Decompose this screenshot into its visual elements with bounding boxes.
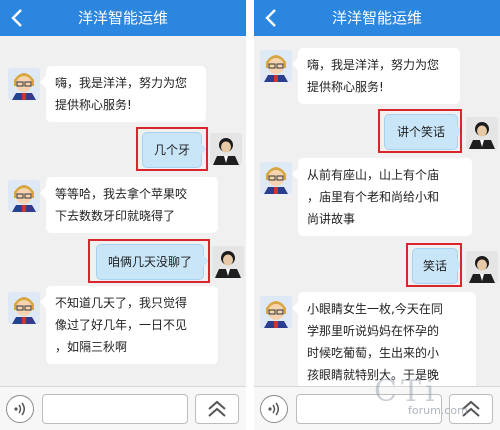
bot-message: 嗨，我是洋洋，努力为您 提供称心服务! [40, 66, 206, 122]
double-chevron-up-icon [208, 400, 226, 417]
user-avatar [210, 133, 242, 165]
bot-avatar [260, 296, 292, 328]
bot-avatar [260, 162, 292, 194]
voice-button[interactable] [6, 395, 34, 423]
right-phone-screen: 洋洋智能运维 嗨，我是洋洋，努力为您 提供称心服务! 讲个笑话 从前有座山，山上… [254, 0, 500, 430]
bot-message: 等等哈，我去拿个苹果咬 下去数数牙印就晓得了 [40, 177, 218, 233]
message-line: 小眼睛女生一枚,今天在同 [307, 302, 443, 316]
message-line: 不知道几天了，我只觉得 [55, 296, 188, 310]
message-line: ，如隔三秋啊 [55, 340, 128, 354]
highlight-box [88, 239, 210, 283]
user-avatar [466, 251, 498, 283]
highlight-box [406, 243, 462, 287]
watermark-domain: forum.com [408, 404, 468, 417]
user-avatar [466, 117, 498, 149]
message-line: ，庙里有个老和尚给小和 [307, 190, 440, 204]
message-input[interactable] [42, 394, 188, 424]
bot-avatar [8, 292, 40, 324]
chat-area: 嗨，我是洋洋，努力为您 提供称心服务! 讲个笑话 从前有座山，山上有个庙 ，庙里… [254, 36, 500, 386]
highlight-box [378, 109, 462, 153]
bot-avatar [8, 180, 40, 212]
bot-message: 不知道几天了，我只觉得 像过了好几年，一日不见 ，如隔三秋啊 [40, 286, 218, 364]
page-title: 洋洋智能运维 [77, 9, 168, 27]
voice-button[interactable] [260, 395, 288, 423]
left-phone-screen: 洋洋智能运维 嗨，我是洋洋，努力为您 提供称心服务! 几个牙 等等哈，我去拿个苹… [0, 0, 246, 430]
message-line: 提供称心服务! [307, 80, 384, 94]
bot-avatar [260, 50, 292, 82]
message-line: 等等哈，我去拿个苹果咬 [55, 187, 188, 201]
message-line: 提供称心服务! [55, 98, 132, 112]
bot-message: 从前有座山，山上有个庙 ，庙里有个老和尚给小和 尚讲故事 [292, 158, 472, 236]
highlight-box [136, 127, 208, 171]
voice-icon [268, 402, 279, 416]
message-line: 像过了好几年，一日不见 [55, 318, 188, 332]
message-line: 下去数数牙印就晓得了 [55, 209, 176, 223]
voice-icon [14, 402, 25, 416]
user-avatar [212, 246, 244, 278]
chat-area: 嗨，我是洋洋，努力为您 提供称心服务! 几个牙 等等哈，我去拿个苹果咬 下去数数… [0, 36, 246, 386]
message-line: 时候吃葡萄，生出来的小 [307, 346, 440, 360]
message-line: 学那里听说妈妈在怀孕的 [307, 324, 440, 338]
page-title: 洋洋智能运维 [331, 9, 422, 27]
expand-button[interactable] [195, 394, 239, 424]
bot-avatar [8, 68, 40, 100]
message-line: 嗨，我是洋洋，努力为您 [307, 58, 440, 72]
message-line: 从前有座山，山上有个庙 [307, 168, 440, 182]
message-line: 嗨，我是洋洋，努力为您 [55, 76, 188, 90]
header-bar: 洋洋智能运维 [254, 0, 500, 36]
bot-message: 嗨，我是洋洋，努力为您 提供称心服务! [292, 48, 460, 104]
bot-message: 小眼睛女生一枚,今天在同 学那里听说妈妈在怀孕的 时候吃葡萄，生出来的小 孩眼睛… [292, 292, 476, 386]
message-line: 尚讲故事 [307, 212, 356, 226]
header-bar: 洋洋智能运维 [0, 0, 246, 36]
input-bar [0, 386, 246, 430]
watermark: CTi forum.com [370, 374, 500, 424]
